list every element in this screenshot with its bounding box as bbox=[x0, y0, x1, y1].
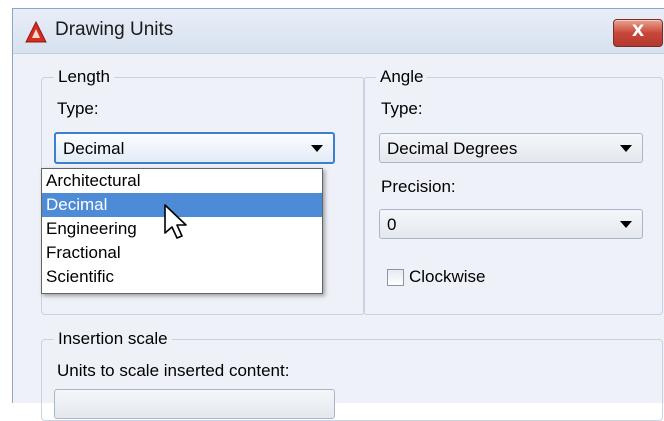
length-type-select[interactable]: Decimal bbox=[54, 132, 335, 164]
angle-group-label: Angle bbox=[376, 67, 428, 87]
angle-type-value: Decimal Degrees bbox=[387, 139, 518, 158]
insertion-scale-label: Insertion scale bbox=[54, 329, 172, 349]
chevron-down-icon[interactable] bbox=[620, 145, 632, 152]
dialog-title: Drawing Units bbox=[55, 19, 174, 40]
mouse-pointer-icon bbox=[164, 204, 187, 239]
clockwise-label[interactable]: Clockwise bbox=[409, 267, 486, 287]
units-to-scale-label: Units to scale inserted content: bbox=[57, 361, 290, 380]
title-bar[interactable]: Drawing Units X bbox=[13, 9, 664, 54]
precision-label: Precision: bbox=[381, 177, 456, 196]
insertion-units-select[interactable] bbox=[54, 389, 335, 419]
angle-type-select[interactable]: Decimal Degrees bbox=[379, 133, 643, 163]
option-fractional[interactable]: Fractional bbox=[42, 241, 322, 265]
close-button[interactable]: X bbox=[613, 19, 663, 47]
length-type-label: Type: bbox=[57, 99, 99, 118]
clockwise-checkbox[interactable] bbox=[387, 269, 404, 286]
option-scientific[interactable]: Scientific bbox=[42, 265, 322, 289]
option-architectural[interactable]: Architectural bbox=[42, 169, 322, 193]
close-icon: X bbox=[631, 21, 645, 40]
chevron-down-icon[interactable] bbox=[311, 145, 323, 152]
chevron-down-icon[interactable] bbox=[620, 221, 632, 228]
precision-select[interactable]: 0 bbox=[379, 209, 643, 239]
angle-type-label: Type: bbox=[381, 99, 423, 118]
length-group-label: Length bbox=[54, 67, 114, 87]
autocad-app-icon bbox=[25, 21, 47, 43]
length-type-value: Decimal bbox=[63, 139, 125, 158]
precision-value: 0 bbox=[387, 215, 397, 234]
